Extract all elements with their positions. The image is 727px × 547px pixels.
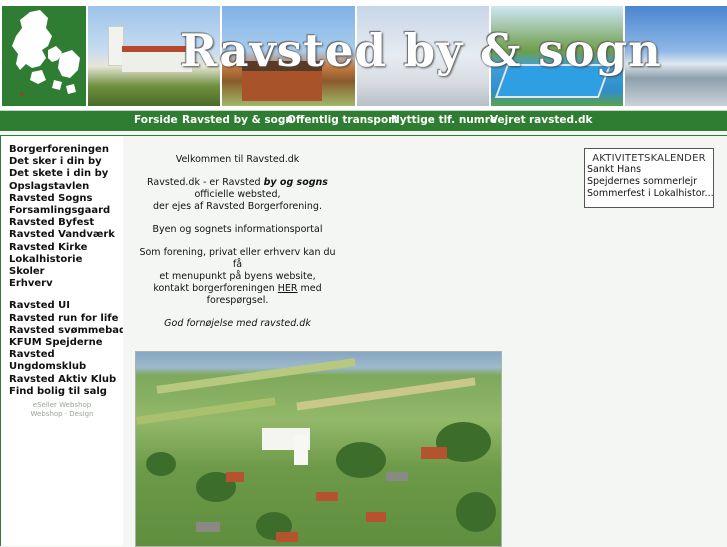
nav-ravsted-by-sogn[interactable]: Ravsted by & sogn (182, 114, 293, 126)
sidebar-item-ravsted-ui[interactable]: Ravsted UI (9, 300, 126, 312)
contact-her-link[interactable]: HER (278, 283, 298, 294)
contact-line-4: forespørgsel. (206, 295, 269, 306)
calendar-event[interactable]: Sankt Hans (587, 164, 713, 176)
sidebar-item-skoler[interactable]: Skoler (9, 266, 126, 278)
contact-line-3b: med (297, 283, 322, 294)
contact-line-1: Som forening, privat eller erhverv kan d… (139, 247, 336, 270)
sidebar-item-vandvaerk[interactable]: Ravsted Vandværk (9, 229, 126, 241)
calendar-event[interactable]: Spejdernes sommerlejr (587, 176, 713, 188)
contact-line-3: kontakt borgerforeningen (153, 283, 278, 294)
sidebar-item-forsamlingsgaard[interactable]: Forsamlingsgaard (9, 205, 126, 217)
header-banner: Ravsted by & sogn (0, 0, 727, 111)
aerial-church-tower (294, 435, 308, 465)
sidebar-item-find-bolig[interactable]: Find bolig til salg (9, 386, 126, 398)
nav-ravsted-dk[interactable]: ravsted.dk (529, 114, 593, 126)
sidebar-item-aktiv-klub[interactable]: Ravsted Aktiv Klub (9, 374, 126, 386)
sidebar-item-ravsted[interactable]: Ravsted (9, 349, 126, 361)
sidebar-item-kirke[interactable]: Ravsted Kirke (9, 242, 126, 254)
denmark-map-logo[interactable] (2, 6, 86, 106)
site-title: Ravsted by & sogn (180, 24, 662, 77)
calendar-title: AKTIVITETSKALENDER (592, 153, 706, 164)
nav-offentlig-transport[interactable]: Offentlig transport (287, 114, 398, 126)
contact-line-2: et menupunkt på byens website, (159, 271, 316, 282)
intro-text: Ravsted.dk - er Ravsted (147, 177, 264, 188)
intro-line-2: officielle websted, (194, 189, 281, 200)
welcome-intro: Ravsted.dk - er Ravsted by og sogns offi… (135, 177, 340, 213)
contact-paragraph: Som forening, privat eller erhverv kan d… (135, 247, 340, 307)
sidebar-item-det-sker[interactable]: Det sker i din by (9, 156, 126, 168)
sidebar-menu: Borgerforeningen Det sker i din by Det s… (0, 135, 126, 546)
sidebar-spacer (9, 290, 126, 300)
sidebar-item-ungdomsklub[interactable]: Ungdomsklub (9, 361, 126, 373)
sidebar-item-borgerforeningen[interactable]: Borgerforeningen (9, 144, 126, 156)
aerial-photo (135, 351, 502, 547)
credit-line-2[interactable]: Webshop · Design (1, 410, 123, 419)
sidebar-item-run-for-life[interactable]: Ravsted run for life (9, 313, 126, 325)
calendar-event[interactable]: Sommerfest i Lokalhistor... (587, 188, 713, 200)
intro-line-3: der ejes af Ravsted Borgerforening. (153, 201, 322, 212)
eseller-credit[interactable]: eSeller Webshop Webshop · Design (1, 401, 123, 419)
welcome-text: Velkommen til Ravsted.dk Ravsted.dk - er… (135, 154, 340, 341)
closing-text: God fornøjelse med ravsted.dk (164, 318, 311, 329)
nav-vejret[interactable]: Vejret (490, 114, 526, 126)
sidebar-item-ravsted-sogns[interactable]: Ravsted Sogns (9, 193, 126, 205)
sidebar-item-kfum-spejderne[interactable]: KFUM Spejderne (9, 337, 126, 349)
activity-calendar: AKTIVITETSKALENDER Sankt Hans Spejdernes… (584, 148, 714, 208)
sidebar-item-byfest[interactable]: Ravsted Byfest (9, 217, 126, 229)
top-navigation: Forside Ravsted by & sogn Offentlig tran… (0, 111, 727, 131)
nav-nyttige-tlf-numre[interactable]: Nyttige tlf. numre (391, 114, 497, 126)
sidebar-item-svoemmebad[interactable]: Ravsted svømmebad (9, 325, 126, 337)
closing-line: God fornøjelse med ravsted.dk (135, 318, 340, 330)
credit-line-1[interactable]: eSeller Webshop (1, 401, 123, 410)
sidebar-item-opslagstavlen[interactable]: Opslagstavlen (9, 181, 126, 193)
intro-emphasis: by og sogns (263, 177, 328, 188)
nav-forside[interactable]: Forside (134, 114, 178, 126)
portal-line: Byen og sognets informationsportal (152, 224, 323, 235)
sidebar-item-det-skete[interactable]: Det skete i din by (9, 168, 126, 180)
sidebar-item-erhverv[interactable]: Erhverv (9, 278, 126, 290)
welcome-greeting: Velkommen til Ravsted.dk (175, 154, 300, 165)
sidebar-item-lokalhistorie[interactable]: Lokalhistorie (9, 254, 126, 266)
